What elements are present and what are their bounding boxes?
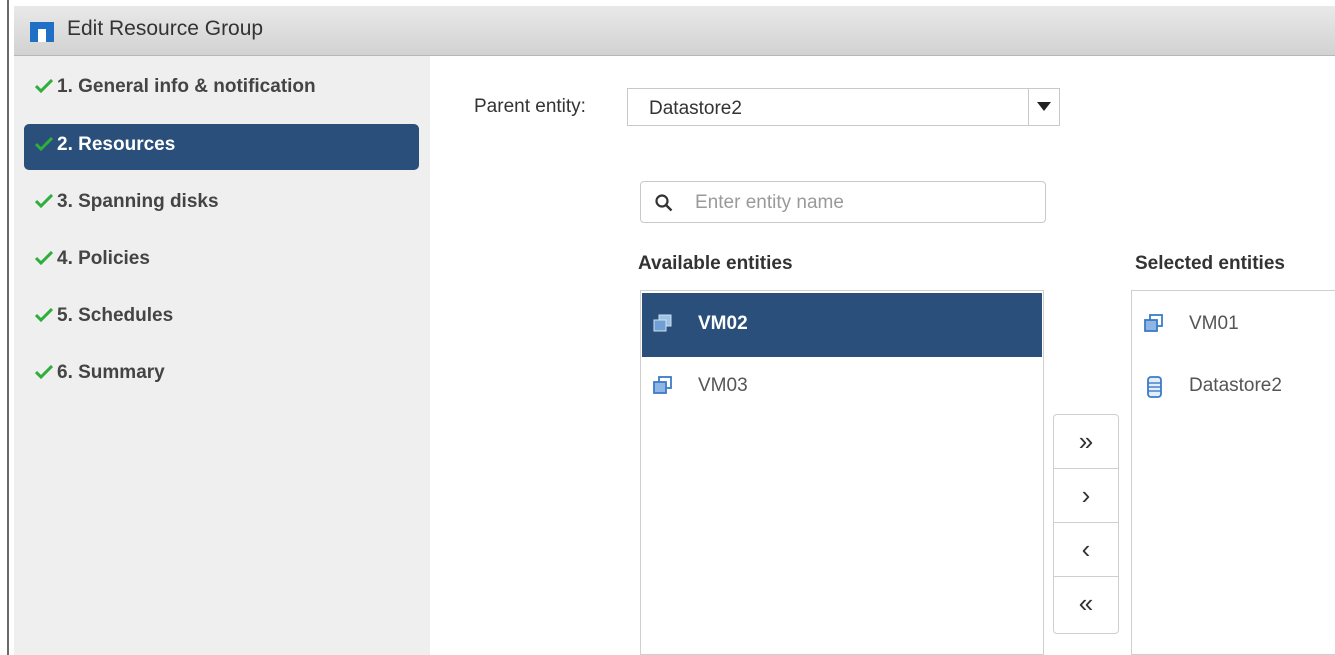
checkmark-icon	[35, 137, 53, 151]
remove-all-button[interactable]: «	[1054, 577, 1118, 631]
available-entities-list: VM02 VM03	[640, 290, 1044, 655]
checkmark-icon	[35, 365, 53, 379]
list-item[interactable]: VM03	[642, 355, 1042, 419]
step-label: 5. Schedules	[57, 305, 174, 326]
list-item-label: VM03	[698, 375, 748, 396]
list-item-label: VM01	[1189, 313, 1239, 334]
step-spanning-disks[interactable]: 3. Spanning disks	[24, 181, 419, 227]
datastore-icon	[1147, 376, 1162, 398]
list-item-label: VM02	[698, 313, 748, 334]
netapp-logo-icon	[30, 22, 54, 42]
step-resources[interactable]: 2. Resources	[24, 124, 419, 170]
list-item[interactable]: Datastore2	[1133, 355, 1335, 419]
step-label: 2. Resources	[57, 134, 176, 155]
list-item[interactable]: VM02	[642, 293, 1042, 357]
selected-entities-title: Selected entities	[1135, 253, 1285, 274]
step-label: 6. Summary	[57, 362, 165, 383]
step-label: 1. General info & notification	[57, 76, 316, 97]
dialog-title: Edit Resource Group	[67, 17, 264, 40]
step-label: 3. Spanning disks	[57, 191, 219, 212]
entity-search[interactable]	[640, 181, 1046, 223]
vm-icon	[653, 376, 672, 394]
dialog-titlebar: Edit Resource Group	[14, 6, 1335, 56]
checkmark-icon	[35, 308, 53, 322]
step-label: 4. Policies	[57, 248, 150, 269]
checkmark-icon	[35, 79, 53, 93]
parent-entity-label: Parent entity:	[474, 96, 586, 117]
step-summary[interactable]: 6. Summary	[24, 352, 419, 398]
wizard-sidebar: 1. General info & notification 2. Resour…	[14, 56, 430, 655]
parent-entity-select[interactable]: Datastore2	[627, 88, 1060, 126]
move-buttons: » › ‹ «	[1053, 414, 1119, 634]
add-all-button[interactable]: »	[1054, 415, 1118, 469]
step-policies[interactable]: 4. Policies	[24, 238, 419, 284]
step-general-info[interactable]: 1. General info & notification	[24, 66, 419, 112]
available-entities-title: Available entities	[638, 253, 793, 274]
list-item[interactable]: VM01	[1133, 293, 1335, 357]
checkmark-icon	[35, 251, 53, 265]
dropdown-toggle[interactable]	[1028, 89, 1059, 125]
parent-entity-value: Datastore2	[649, 98, 742, 119]
checkmark-icon	[35, 194, 53, 208]
list-item-label: Datastore2	[1189, 375, 1282, 396]
vm-icon	[653, 314, 672, 332]
window-left-edge	[0, 0, 9, 655]
vm-icon	[1144, 314, 1163, 332]
search-icon	[655, 194, 673, 212]
step-schedules[interactable]: 5. Schedules	[24, 295, 419, 341]
selected-entities-list: VM01 Datastore2	[1131, 290, 1335, 655]
add-button[interactable]: ›	[1054, 469, 1118, 523]
remove-button[interactable]: ‹	[1054, 523, 1118, 577]
caret-down-icon	[1037, 102, 1051, 111]
search-input[interactable]	[693, 189, 1027, 217]
